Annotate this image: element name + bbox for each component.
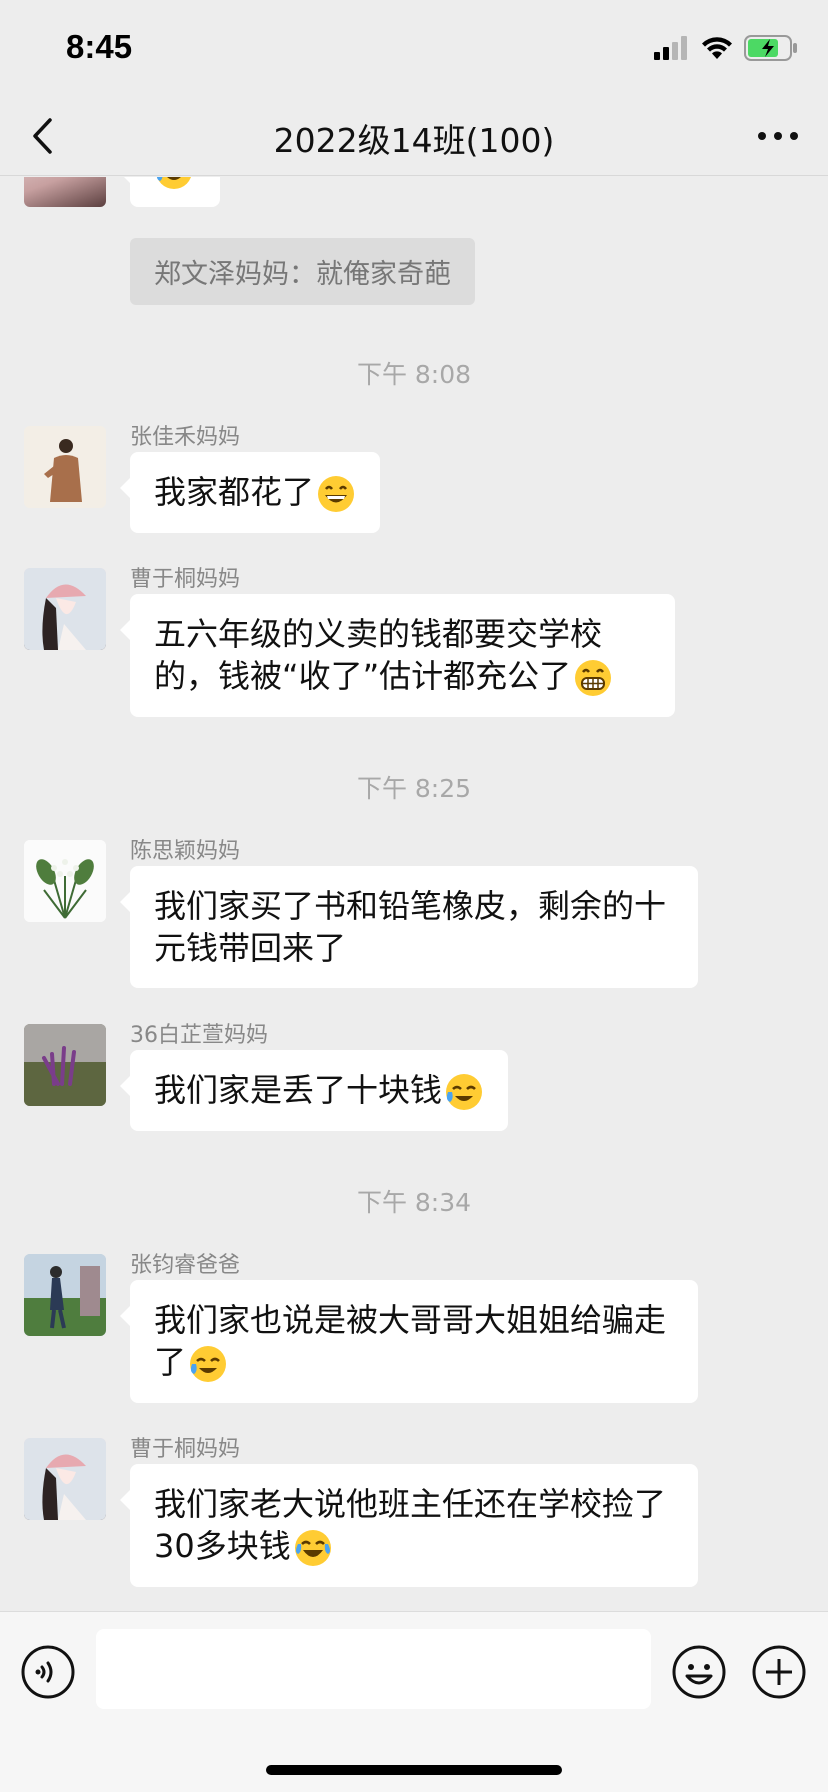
timestamp: 下午 8:25 xyxy=(356,774,472,803)
avatar-illustration-icon xyxy=(24,568,106,650)
avatar-photo-icon xyxy=(24,1254,106,1336)
grimacing-face-icon xyxy=(575,660,612,696)
crying-laughing-face-icon xyxy=(156,177,191,189)
avatar[interactable] xyxy=(24,840,106,922)
grinning-face-icon xyxy=(318,476,355,512)
chat-header: 2022级14班(100) xyxy=(0,96,828,176)
message-bubble[interactable]: 我们家是丢了十块钱 xyxy=(119,1050,509,1131)
voice-icon[interactable] xyxy=(20,1644,76,1700)
crying-laughing-face-icon xyxy=(446,1074,483,1110)
sender-name: 张佳禾妈妈 xyxy=(130,425,241,450)
avatar[interactable] xyxy=(24,177,106,207)
timestamp: 下午 8:34 xyxy=(356,1188,472,1217)
avatar-illustration-icon xyxy=(24,1438,106,1520)
signal-icon xyxy=(654,36,687,60)
message-bubble[interactable]: 我们家老大说他班主任还在学校捡了30多块钱 xyxy=(120,1464,698,1587)
crying-laughing-face-icon xyxy=(190,1346,227,1382)
message-text: 我们家是丢了十块钱 xyxy=(154,1071,443,1109)
message-text: 五六年级的义卖的钱都要交学校的，钱被“收了”估计都充公了 xyxy=(154,615,603,695)
avatar[interactable] xyxy=(24,1024,106,1106)
system-message: 郑文泽妈妈：就俺家奇葩 xyxy=(130,238,475,305)
avatar-flowers-icon xyxy=(24,840,106,922)
message-input[interactable] xyxy=(96,1629,651,1709)
status-time: 8:45 xyxy=(66,28,133,65)
message-list[interactable]: 郑文泽妈妈：就俺家奇葩 下午 8:08 张佳禾妈妈 我家都花了 曹于桐妈妈 五六… xyxy=(0,177,828,1611)
message-text: 我们家老大说他班主任还在学校捡了30多块钱 xyxy=(154,1485,667,1565)
tears-of-joy-face-icon xyxy=(294,1530,331,1566)
message-bubble[interactable]: 我们家买了书和铅笔橡皮，剩余的十元钱带回来了 xyxy=(120,866,698,988)
emoji-picker-icon[interactable] xyxy=(671,1644,727,1700)
avatar[interactable] xyxy=(24,568,106,650)
status-icons xyxy=(654,34,798,62)
message-text: 我们家买了书和铅笔橡皮，剩余的十元钱带回来了 xyxy=(154,887,667,967)
home-indicator xyxy=(266,1765,562,1775)
wifi-icon xyxy=(702,37,732,59)
more-icon[interactable] xyxy=(756,124,800,148)
sender-name: 陈思颖妈妈 xyxy=(130,839,241,864)
sender-name: 曹于桐妈妈 xyxy=(130,1437,241,1462)
message-text: 我家都花了 xyxy=(154,473,315,511)
message-bubble[interactable]: 我家都花了 xyxy=(119,452,381,533)
battery-icon xyxy=(744,35,797,61)
avatar-lavender-icon xyxy=(24,1024,106,1106)
sender-name: 曹于桐妈妈 xyxy=(130,567,241,592)
message-bubble[interactable]: 我们家也说是被大哥哥大姐姐给骗走了 xyxy=(120,1280,698,1403)
message-bubble-partial[interactable] xyxy=(120,177,220,207)
avatar[interactable] xyxy=(24,1438,106,1520)
sender-name: 36白芷萱妈妈 xyxy=(130,1023,268,1048)
message-text: 我们家也说是被大哥哥大姐姐给骗走了 xyxy=(154,1301,667,1381)
sender-name: 张钧睿爸爸 xyxy=(130,1253,241,1278)
timestamp: 下午 8:08 xyxy=(356,360,472,389)
avatar-illustration-icon xyxy=(24,426,106,508)
avatar[interactable] xyxy=(24,1254,106,1336)
chat-title: 2022级14班(100) xyxy=(273,121,555,160)
plus-icon[interactable] xyxy=(751,1644,807,1700)
status-bar: 8:45 xyxy=(0,0,828,96)
avatar[interactable] xyxy=(24,426,106,508)
message-bubble[interactable]: 五六年级的义卖的钱都要交学校的，钱被“收了”估计都充公了 xyxy=(120,594,675,717)
